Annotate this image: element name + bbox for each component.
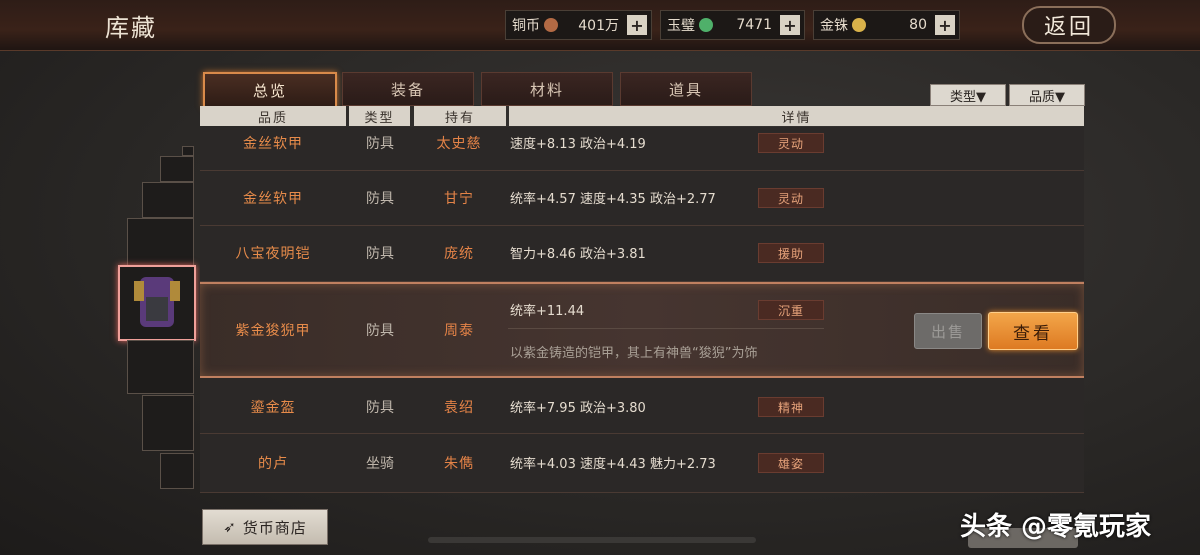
currency-value: 80: [909, 17, 927, 33]
item-stats: 统率+7.95 政治+3.80: [510, 401, 646, 416]
item-holder: 袁绍: [444, 400, 474, 416]
item-stats: 速度+8.13 政治+4.19: [510, 137, 646, 152]
tab-materials[interactable]: 材料: [481, 72, 613, 106]
item-name: 的卢: [258, 456, 288, 472]
column-header-type[interactable]: 类型: [349, 106, 410, 126]
item-trait-tag: 雄姿: [758, 453, 824, 473]
item-type: 防具: [366, 323, 394, 339]
table-row[interactable]: 金丝软甲 防具 太史慈 速度+8.13 政治+4.19 灵动: [200, 127, 1084, 171]
currency-label: 金铢: [820, 18, 848, 34]
item-type: 防具: [366, 136, 394, 152]
item-holder: 甘宁: [444, 191, 474, 207]
item-trait-tag: 灵动: [758, 133, 824, 153]
add-jade-button[interactable]: +: [780, 15, 800, 35]
column-header-holder[interactable]: 持有: [414, 106, 506, 126]
item-name: 紫金狻猊甲: [235, 323, 311, 339]
table-row[interactable]: 八宝夜明铠 防具 庞统 智力+8.46 政治+3.81 援助: [200, 226, 1084, 282]
sell-button[interactable]: 出售: [914, 313, 982, 349]
currency-label: 玉璧: [667, 18, 695, 34]
add-gold-button[interactable]: +: [935, 15, 955, 35]
item-name: 鎏金盔: [250, 400, 296, 416]
equipment-slot[interactable]: [142, 395, 194, 451]
equipment-slot[interactable]: [160, 156, 194, 182]
equipment-slot[interactable]: [182, 146, 194, 156]
item-stats: 智力+8.46 政治+3.81: [510, 247, 646, 262]
item-holder: 太史慈: [436, 136, 482, 152]
table-row[interactable]: 金丝软甲 防具 甘宁 统率+4.57 速度+4.35 政治+2.77 灵动: [200, 171, 1084, 226]
currency-gold: 金铢 80 +: [813, 10, 960, 40]
add-copper-button[interactable]: +: [627, 15, 647, 35]
equipment-slot[interactable]: [127, 340, 194, 394]
currency-shop-label: 货币商店: [242, 518, 307, 537]
equipment-slot-selected[interactable]: [118, 265, 196, 341]
currency-copper: 铜币 401万 +: [505, 10, 652, 40]
currency-jade: 玉璧 7471 +: [660, 10, 805, 40]
item-trait-tag: 援助: [758, 243, 824, 263]
item-type: 坐骑: [366, 456, 394, 472]
table-row[interactable]: 的卢 坐骑 朱儁 统率+4.03 速度+4.43 魅力+2.73 雄姿: [200, 434, 1084, 493]
watermark: 头条 @零氪玩家: [960, 512, 1152, 542]
equipment-slot[interactable]: [127, 218, 194, 266]
tab-equipment[interactable]: 装备: [342, 72, 474, 106]
type-filter-dropdown[interactable]: 类型▼: [930, 84, 1006, 106]
tab-items[interactable]: 道具: [620, 72, 752, 106]
item-type: 防具: [366, 400, 394, 416]
divider: [508, 328, 824, 329]
tab-overview[interactable]: 总览: [203, 72, 337, 108]
item-trait-tag: 沉重: [758, 300, 824, 320]
currency-shop-button[interactable]: ➶ 货币商店: [202, 509, 328, 545]
item-stats: 统率+4.57 速度+4.35 政治+2.77: [510, 192, 716, 207]
item-name: 金丝软甲: [243, 191, 303, 207]
item-stats: 统率+4.03 速度+4.43 魅力+2.73: [510, 457, 716, 472]
column-header-quality[interactable]: 品质: [200, 106, 346, 126]
item-holder: 庞统: [444, 246, 474, 262]
jade-coin-icon: [699, 18, 713, 32]
back-button[interactable]: 返回: [1022, 6, 1116, 44]
item-type: 防具: [366, 246, 394, 262]
copper-coin-icon: [544, 18, 558, 32]
item-trait-tag: 灵动: [758, 188, 824, 208]
inventory-table: 金丝软甲 防具 太史慈 速度+8.13 政治+4.19 灵动 金丝软甲 防具 甘…: [200, 127, 1084, 493]
currency-label: 铜币: [512, 18, 540, 34]
item-holder: 周泰: [444, 323, 474, 339]
item-holder: 朱儁: [444, 456, 474, 472]
equipment-slot[interactable]: [160, 453, 194, 489]
gold-coin-icon: [852, 18, 866, 32]
armor-icon: [134, 277, 180, 327]
view-button[interactable]: 查看: [988, 312, 1078, 350]
page-title: 库藏: [105, 14, 157, 42]
item-stats: 统率+11.44: [510, 304, 585, 319]
currency-value: 7471: [736, 17, 772, 33]
item-type: 防具: [366, 191, 394, 207]
quality-filter-dropdown[interactable]: 品质▼: [1009, 84, 1085, 106]
table-row[interactable]: 鎏金盔 防具 袁绍 统率+7.95 政治+3.80 精神: [200, 377, 1084, 434]
item-description: 以紫金铸造的铠甲，其上有神兽“狻猊”为饰: [510, 346, 758, 361]
item-trait-tag: 精神: [758, 397, 824, 417]
scrollbar[interactable]: [428, 537, 756, 543]
item-name: 金丝软甲: [243, 136, 303, 152]
column-header-detail: 详情: [509, 106, 1084, 126]
item-name: 八宝夜明铠: [235, 246, 311, 262]
shop-icon: ➶: [223, 518, 237, 536]
currency-value: 401万: [578, 18, 619, 34]
equipment-slot[interactable]: [142, 182, 194, 218]
